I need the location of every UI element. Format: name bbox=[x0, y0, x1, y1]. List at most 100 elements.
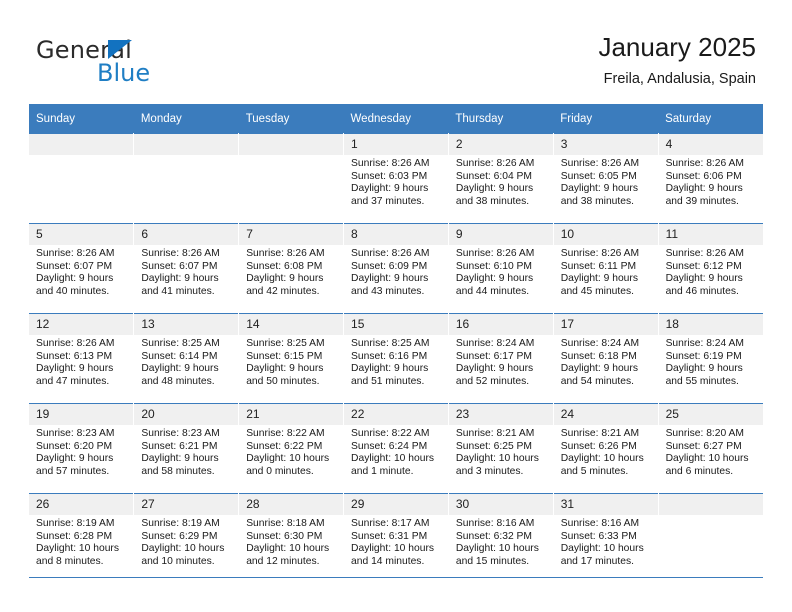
logo-triangle-icon bbox=[108, 40, 132, 59]
daylight-text-line1: Daylight: 9 hours bbox=[665, 273, 743, 285]
calendar-day-cell[interactable]: 10 Sunrise: 8:26 AM Sunset: 6:11 PM Dayligh… bbox=[553, 223, 659, 314]
page-subtitle: Freila, Andalusia, Spain bbox=[603, 71, 756, 87]
daylight-text-line2: and 51 minutes. bbox=[351, 375, 425, 387]
day-number: 13 bbox=[134, 314, 239, 335]
day-cell-inner bbox=[29, 134, 134, 223]
calendar-day-cell[interactable]: 20 Sunrise: 8:23 AM Sunset: 6:21 PM Dayligh… bbox=[133, 403, 240, 494]
day-cell-inner: 20 Sunrise: 8:23 AM Sunset: 6:21 PM Dayligh… bbox=[134, 404, 239, 493]
sunrise-text: Sunrise: 8:22 AM bbox=[351, 428, 430, 439]
calendar-day-cell[interactable]: 30 Sunrise: 8:16 AM Sunset: 6:32 PM Dayligh… bbox=[448, 493, 554, 583]
day-cell-inner: 5 Sunrise: 8:26 AM Sunset: 6:07 PM Daylight… bbox=[29, 224, 134, 313]
calendar-day-cell[interactable]: 6 Sunrise: 8:26 AM Sunset: 6:07 PM Daylight… bbox=[133, 223, 240, 314]
sunset-text: Sunset: 6:15 PM bbox=[246, 350, 323, 362]
daylight-text-line2: and 37 minutes. bbox=[351, 195, 425, 207]
daylight-text-line1: Daylight: 9 hours bbox=[141, 273, 219, 285]
calendar-day-cell[interactable]: 28 Sunrise: 8:18 AM Sunset: 6:30 PM Dayligh… bbox=[238, 493, 345, 583]
calendar-day-cell[interactable]: 17 Sunrise: 8:24 AM Sunset: 6:18 PM Dayligh… bbox=[553, 313, 659, 404]
day-cell-inner: 30 Sunrise: 8:16 AM Sunset: 6:32 PM Dayligh… bbox=[448, 494, 553, 583]
calendar-day-cell[interactable]: 12 Sunrise: 8:26 AM Sunset: 6:13 PM Dayligh… bbox=[29, 313, 135, 404]
day-number: 11 bbox=[658, 224, 763, 245]
calendar-day-cell[interactable]: 13 Sunrise: 8:25 AM Sunset: 6:14 PM Dayligh… bbox=[133, 313, 240, 404]
daylight-text-line1: Daylight: 10 hours bbox=[246, 453, 330, 465]
daylight-text-line1: Daylight: 9 hours bbox=[455, 273, 534, 285]
daylight-text-line1: Daylight: 9 hours bbox=[560, 183, 638, 195]
sunset-text: Sunset: 6:16 PM bbox=[351, 350, 428, 362]
daylight-text-line2: and 12 minutes. bbox=[246, 555, 320, 567]
calendar-week-row: 5 Sunrise: 8:26 AM Sunset: 6:07 PM Daylight… bbox=[29, 223, 763, 314]
sunrise-text: Sunrise: 8:26 AM bbox=[351, 248, 430, 259]
calendar-page: General Blue January 2025 Freila, Andalu… bbox=[0, 0, 792, 612]
day-details: Sunrise: 8:19 AM Sunset: 6:29 PM Daylight:… bbox=[134, 515, 238, 568]
calendar-day-cell[interactable]: 29 Sunrise: 8:17 AM Sunset: 6:31 PM Dayligh… bbox=[343, 493, 449, 583]
sunrise-sunset-calendar: Sunday Monday Tuesday Wednesday Thursday… bbox=[29, 104, 763, 583]
sunset-text: Sunset: 6:05 PM bbox=[560, 170, 637, 182]
day-cell-inner: 9 Sunrise: 8:26 AM Sunset: 6:10 PM Daylight… bbox=[448, 224, 553, 313]
calendar-day-cell[interactable]: 21 Sunrise: 8:22 AM Sunset: 6:22 PM Dayligh… bbox=[238, 403, 345, 494]
sunrise-text: Sunrise: 8:24 AM bbox=[455, 338, 535, 349]
general-blue-logo[interactable]: General Blue bbox=[36, 36, 276, 88]
day-details: Sunrise: 8:26 AM Sunset: 6:13 PM Daylight:… bbox=[29, 335, 133, 388]
sunset-text: Sunset: 6:30 PM bbox=[246, 530, 323, 542]
sunrise-text: Sunrise: 8:21 AM bbox=[560, 428, 640, 439]
day-number: 14 bbox=[239, 314, 344, 335]
weekday-header-sunday: Sunday bbox=[29, 104, 134, 134]
day-details: Sunrise: 8:24 AM Sunset: 6:19 PM Daylight:… bbox=[659, 335, 763, 388]
daylight-text-line1: Daylight: 10 hours bbox=[351, 543, 435, 555]
daylight-text-line1: Daylight: 10 hours bbox=[560, 453, 644, 465]
calendar-week-row: 12 Sunrise: 8:26 AM Sunset: 6:13 PM Dayligh… bbox=[29, 313, 763, 404]
sunset-text: Sunset: 6:29 PM bbox=[141, 530, 218, 542]
day-cell-inner: 16 Sunrise: 8:24 AM Sunset: 6:17 PM Dayligh… bbox=[448, 314, 553, 403]
calendar-day-cell[interactable]: 5 Sunrise: 8:26 AM Sunset: 6:07 PM Daylight… bbox=[29, 223, 135, 314]
calendar-day-cell[interactable]: 14 Sunrise: 8:25 AM Sunset: 6:15 PM Dayligh… bbox=[238, 313, 345, 404]
daylight-text-line2: and 14 minutes. bbox=[351, 555, 425, 567]
calendar-day-cell[interactable]: 9 Sunrise: 8:26 AM Sunset: 6:10 PM Daylight… bbox=[448, 223, 554, 314]
calendar-day-cell[interactable]: 31 Sunrise: 8:16 AM Sunset: 6:33 PM Dayligh… bbox=[553, 493, 659, 583]
calendar-day-cell[interactable]: 24 Sunrise: 8:21 AM Sunset: 6:26 PM Dayligh… bbox=[553, 403, 659, 494]
daylight-text-line1: Daylight: 9 hours bbox=[351, 363, 429, 375]
sunset-text: Sunset: 6:27 PM bbox=[665, 440, 742, 452]
calendar-day-cell[interactable]: 4 Sunrise: 8:26 AM Sunset: 6:06 PM Daylight… bbox=[658, 133, 763, 224]
daylight-text-line2: and 55 minutes. bbox=[665, 375, 739, 387]
calendar-day-cell[interactable]: 22 Sunrise: 8:22 AM Sunset: 6:24 PM Dayligh… bbox=[343, 403, 449, 494]
calendar-day-cell[interactable]: 1 Sunrise: 8:26 AM Sunset: 6:03 PM Daylight… bbox=[343, 133, 449, 224]
daylight-text-line1: Daylight: 9 hours bbox=[36, 273, 114, 285]
calendar-day-cell[interactable]: 16 Sunrise: 8:24 AM Sunset: 6:17 PM Dayligh… bbox=[448, 313, 554, 404]
calendar-day-cell[interactable]: 11 Sunrise: 8:26 AM Sunset: 6:12 PM Dayligh… bbox=[658, 223, 763, 314]
sunset-text: Sunset: 6:08 PM bbox=[246, 260, 323, 272]
calendar-day-cell[interactable]: 27 Sunrise: 8:19 AM Sunset: 6:29 PM Dayligh… bbox=[133, 493, 240, 583]
weekday-header-tuesday: Tuesday bbox=[238, 104, 344, 134]
day-cell-inner: 23 Sunrise: 8:21 AM Sunset: 6:25 PM Dayligh… bbox=[448, 404, 553, 493]
daylight-text-line1: Daylight: 9 hours bbox=[141, 453, 219, 465]
weekday-header-monday: Monday bbox=[133, 104, 239, 134]
daylight-text-line1: Daylight: 9 hours bbox=[455, 363, 534, 375]
daylight-text-line2: and 38 minutes. bbox=[455, 195, 530, 207]
sunrise-text: Sunrise: 8:24 AM bbox=[560, 338, 640, 349]
sunrise-text: Sunrise: 8:26 AM bbox=[665, 158, 744, 169]
day-cell-inner: 18 Sunrise: 8:24 AM Sunset: 6:19 PM Dayligh… bbox=[658, 314, 763, 403]
calendar-day-cell[interactable]: 7 Sunrise: 8:26 AM Sunset: 6:08 PM Daylight… bbox=[238, 223, 345, 314]
day-details: Sunrise: 8:26 AM Sunset: 6:11 PM Daylight:… bbox=[554, 245, 658, 298]
sunrise-text: Sunrise: 8:26 AM bbox=[560, 158, 640, 169]
calendar-day-cell[interactable]: 25 Sunrise: 8:20 AM Sunset: 6:27 PM Dayligh… bbox=[658, 403, 763, 494]
day-number: 7 bbox=[239, 224, 344, 245]
daylight-text-line1: Daylight: 9 hours bbox=[455, 183, 534, 195]
calendar-day-cell[interactable]: 8 Sunrise: 8:26 AM Sunset: 6:09 PM Daylight… bbox=[343, 223, 449, 314]
calendar-day-cell[interactable]: 19 Sunrise: 8:23 AM Sunset: 6:20 PM Dayligh… bbox=[29, 403, 135, 494]
sunset-text: Sunset: 6:10 PM bbox=[455, 260, 533, 272]
day-cell-inner: 22 Sunrise: 8:22 AM Sunset: 6:24 PM Dayligh… bbox=[344, 404, 448, 493]
calendar-day-cell[interactable]: 3 Sunrise: 8:26 AM Sunset: 6:05 PM Daylight… bbox=[553, 133, 659, 224]
sunset-text: Sunset: 6:11 PM bbox=[560, 260, 637, 272]
sunrise-text: Sunrise: 8:26 AM bbox=[36, 248, 115, 259]
daylight-text-line2: and 54 minutes. bbox=[560, 375, 634, 387]
day-details: Sunrise: 8:23 AM Sunset: 6:20 PM Daylight:… bbox=[29, 425, 133, 478]
calendar-day-cell[interactable]: 2 Sunrise: 8:26 AM Sunset: 6:04 PM Daylight… bbox=[448, 133, 554, 224]
calendar-day-cell[interactable]: 15 Sunrise: 8:25 AM Sunset: 6:16 PM Dayligh… bbox=[343, 313, 449, 404]
calendar-day-cell[interactable]: 26 Sunrise: 8:19 AM Sunset: 6:28 PM Dayligh… bbox=[29, 493, 135, 583]
day-details: Sunrise: 8:26 AM Sunset: 6:09 PM Daylight:… bbox=[344, 245, 448, 298]
daylight-text-line2: and 57 minutes. bbox=[36, 465, 110, 477]
daylight-text-line2: and 46 minutes. bbox=[665, 285, 739, 297]
day-number: 24 bbox=[553, 404, 658, 425]
daylight-text-line1: Daylight: 9 hours bbox=[351, 273, 429, 285]
calendar-day-cell[interactable]: 23 Sunrise: 8:21 AM Sunset: 6:25 PM Dayligh… bbox=[448, 403, 554, 494]
calendar-day-cell[interactable]: 18 Sunrise: 8:24 AM Sunset: 6:19 PM Dayligh… bbox=[658, 313, 763, 404]
